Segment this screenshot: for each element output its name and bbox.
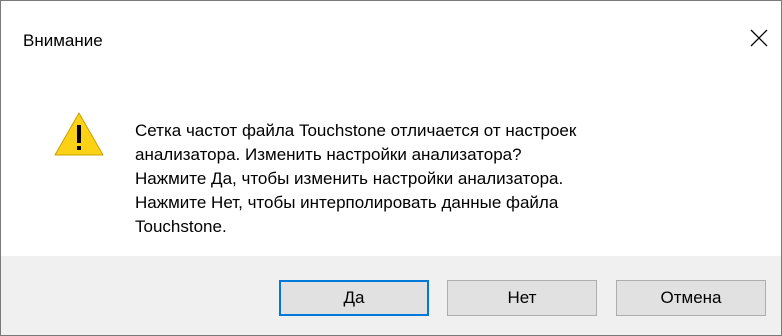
message-line: Нажмите Да, чтобы изменить настройки ана…	[135, 169, 564, 188]
cancel-button[interactable]: Отмена	[616, 280, 766, 316]
no-button[interactable]: Нет	[447, 280, 597, 316]
dialog-title: Внимание	[23, 31, 103, 50]
message-dialog: Внимание Сетка частот файла Touchstone о…	[0, 0, 782, 336]
dialog-body: Сетка частот файла Touchstone отличается…	[1, 59, 781, 256]
message-line: Сетка частот файла Touchstone отличается…	[135, 121, 577, 140]
title-bar: Внимание	[1, 1, 781, 59]
close-button[interactable]	[737, 18, 781, 58]
dialog-message: Сетка частот файла Touchstone отличается…	[135, 119, 755, 239]
message-line: анализатора. Изменить настройки анализат…	[135, 145, 522, 164]
close-icon	[750, 29, 768, 47]
message-line: Нажмите Нет, чтобы интерполировать данны…	[135, 193, 559, 212]
warning-icon	[54, 112, 104, 156]
message-line: Touchstone.	[135, 217, 227, 236]
button-bar: Да Нет Отмена	[1, 256, 781, 335]
yes-button[interactable]: Да	[279, 280, 429, 316]
